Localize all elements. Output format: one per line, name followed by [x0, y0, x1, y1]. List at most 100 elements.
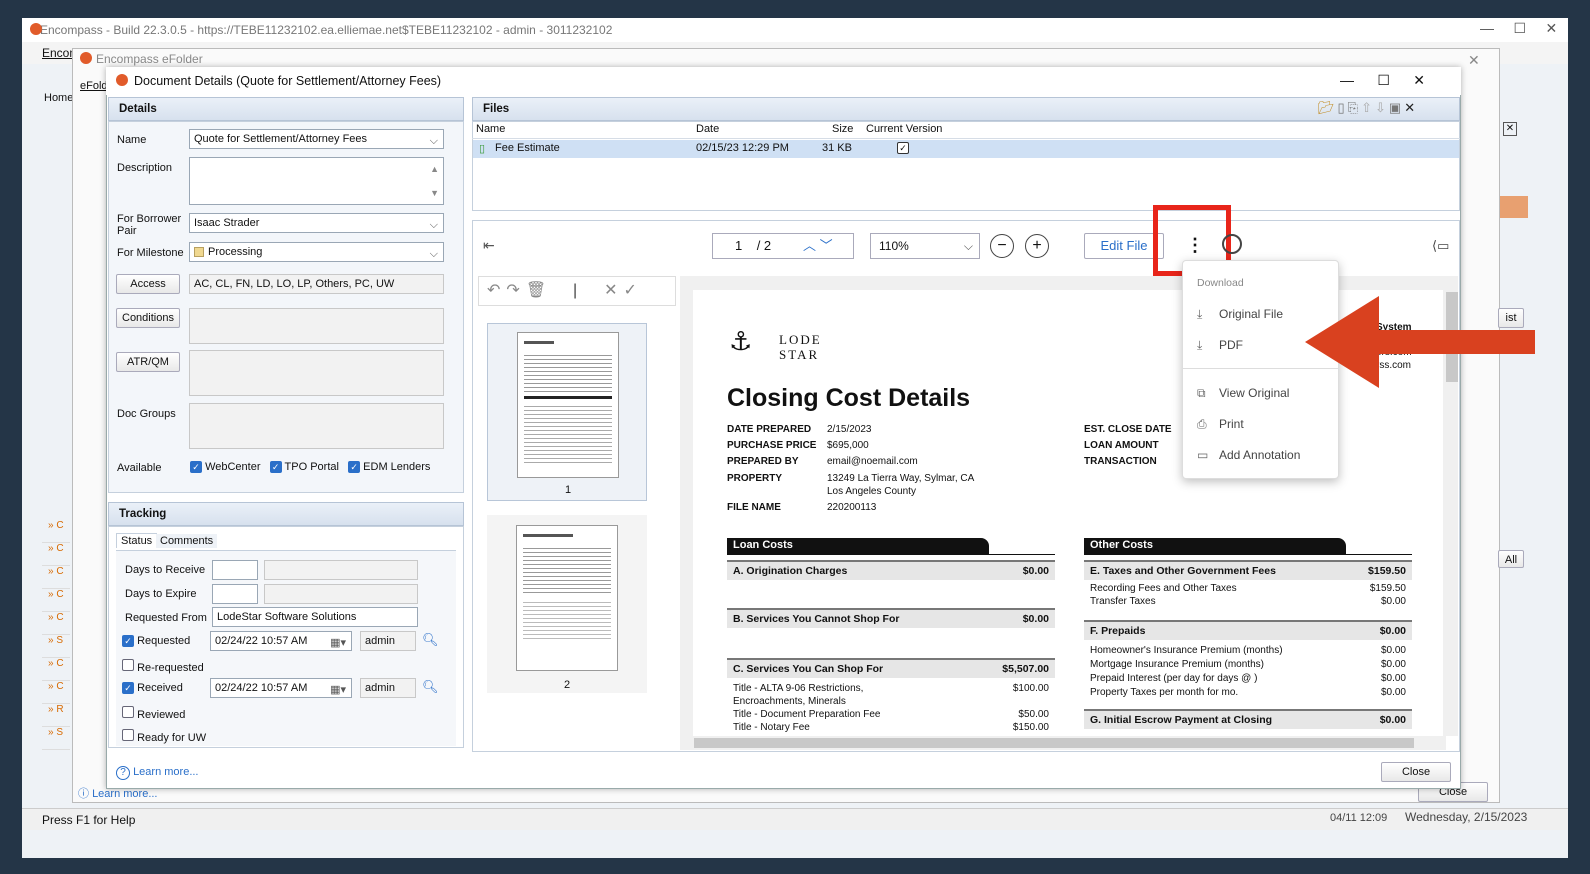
- status-clock: 04/11 12:09: [1330, 812, 1388, 824]
- available-label: Available: [117, 462, 162, 474]
- menu-item-original-file[interactable]: ⤓ Original File: [1197, 307, 1283, 322]
- download-icon: ⤓: [1197, 338, 1203, 352]
- files-toolbar[interactable]: 📂︎▯⎘⇧⇩▣✕: [1318, 100, 1418, 116]
- name-label: Name: [117, 134, 147, 146]
- page-current: 1: [735, 238, 743, 253]
- tpo-portal-checkbox[interactable]: ✓: [269, 461, 282, 473]
- edit-file-button[interactable]: Edit File: [1084, 233, 1164, 259]
- open-folder-icon: 📂︎: [1318, 100, 1338, 115]
- document-right-fields: EST. CLOSE DATE LOAN AMOUNT TRANSACTION: [1084, 424, 1172, 467]
- app-window-controls[interactable]: — ☐ ✕: [1480, 20, 1557, 37]
- milestone-icon: [194, 247, 204, 258]
- dialog-window-controls[interactable]: — ☐ ✕: [1340, 72, 1425, 89]
- search-icon[interactable]: 🔍︎: [422, 679, 439, 695]
- conditions-button[interactable]: Conditions: [116, 308, 180, 328]
- page-navigator[interactable]: 1 / 2 ︿ ﹀: [712, 233, 854, 259]
- download-icon: ⤓: [1197, 307, 1203, 321]
- attach-icon: ⎘: [1347, 100, 1362, 115]
- requested-row: ✓ Requested: [122, 635, 190, 647]
- docgroups-field: [189, 403, 444, 449]
- edm-lenders-checkbox[interactable]: ✓: [348, 461, 361, 473]
- rotate-left-icon[interactable]: ↶: [487, 282, 506, 299]
- conditions-field: [189, 308, 444, 344]
- zoom-out-icon[interactable]: −: [990, 234, 1014, 258]
- requested-checkbox[interactable]: ✓: [122, 635, 134, 647]
- name-dropdown[interactable]: Quote for Settlement/Attorney Fees ⌵: [189, 129, 444, 149]
- other-costs-header: Other Costs: [1084, 538, 1346, 554]
- efolder-side-list: » C » C » C » C » C » S » C » C » R » S: [42, 520, 70, 760]
- chevron-down-icon: ⌵: [429, 135, 438, 147]
- days-receive-input[interactable]: [212, 560, 258, 580]
- file-row[interactable]: ▯ Fee Estimate 02/15/23 12:29 PM 31 KB ✓: [473, 140, 1459, 158]
- trash-icon[interactable]: 🗑︎: [526, 282, 552, 299]
- tab-status[interactable]: Status: [116, 533, 158, 548]
- app-titlebar: Encompass - Build 22.3.0.5 - https://TEB…: [22, 18, 1568, 42]
- menu-section-download: Download: [1197, 277, 1244, 289]
- delete-icon: ✕: [1404, 100, 1419, 115]
- received-row: ✓ Received: [122, 682, 183, 694]
- new-file-icon: ▯: [1337, 100, 1348, 115]
- rerequested-checkbox[interactable]: [122, 659, 134, 671]
- days-receive-date: [264, 560, 418, 580]
- received-checkbox[interactable]: ✓: [122, 682, 134, 694]
- horizontal-scrollbar[interactable]: [680, 736, 1446, 750]
- cancel-icon[interactable]: ✕: [604, 282, 623, 299]
- document-title: Closing Cost Details: [727, 384, 971, 412]
- home-tab[interactable]: Home: [44, 92, 73, 104]
- chevron-down-icon: ⌵: [429, 219, 438, 231]
- file-icon: ▯: [479, 143, 486, 155]
- calendar-icon: ▦▾: [330, 684, 346, 696]
- dialog-title: Document Details (Quote for Settlement/A…: [134, 74, 442, 88]
- calendar-icon: ▦▾: [330, 637, 346, 649]
- efolder-logo-icon: [80, 52, 92, 64]
- page-total: / 2: [756, 238, 772, 253]
- rerequested-row: Re-requested: [122, 659, 204, 674]
- zoom-dropdown[interactable]: 110% ⌵: [870, 233, 980, 259]
- ready-uw-checkbox[interactable]: [122, 729, 134, 741]
- zoom-in-icon[interactable]: +: [1025, 234, 1049, 258]
- menu-item-add-annotation[interactable]: ▭ Add Annotation: [1197, 448, 1300, 462]
- search-icon[interactable]: [1222, 234, 1242, 254]
- requested-by: admin: [360, 631, 416, 651]
- thumbnail-page-2[interactable]: 2: [487, 515, 647, 693]
- menu-item-pdf[interactable]: ⤓ PDF: [1197, 338, 1243, 353]
- menu-item-print[interactable]: ⎙ Print: [1197, 417, 1244, 432]
- up-icon: ⇧: [1361, 100, 1375, 115]
- available-options: ✓ WebCenter ✓ TPO Portal ✓ EDM Lenders: [190, 461, 430, 473]
- panel-close-icon[interactable]: ✕: [1503, 122, 1517, 136]
- atrqm-button[interactable]: ATR/QM: [116, 352, 180, 372]
- received-by: admin: [360, 678, 416, 698]
- image-icon: ▣: [1388, 100, 1405, 115]
- received-date-input[interactable]: 02/24/22 10:57 AM ▦▾: [210, 678, 352, 698]
- dialog-close-button[interactable]: Close: [1381, 762, 1451, 782]
- reviewed-checkbox[interactable]: [122, 706, 134, 718]
- comment-icon[interactable]: ⟨▭: [1432, 238, 1449, 254]
- menu-item-view-original[interactable]: ⧉ View Original: [1197, 386, 1289, 401]
- thumbnail-page-1[interactable]: 1: [487, 323, 647, 501]
- f-items: Homeowner's Insurance Premium (months) $0…: [1090, 645, 1406, 698]
- days-expire-input[interactable]: [212, 584, 258, 604]
- ready-uw-row: Ready for UW: [122, 729, 206, 744]
- search-icon[interactable]: 🔍︎: [422, 632, 439, 648]
- access-button[interactable]: Access: [116, 274, 180, 294]
- webcenter-checkbox[interactable]: ✓: [190, 461, 202, 473]
- help-icon: ?: [116, 766, 130, 780]
- description-input[interactable]: ▲ ▼: [189, 157, 444, 205]
- sidebar-toggle-icon[interactable]: ⇤: [483, 237, 495, 254]
- tab-comments[interactable]: Comments: [156, 534, 218, 548]
- requested-date-input[interactable]: 02/24/22 10:57 AM ▦▾: [210, 631, 352, 651]
- status-date: Wednesday, 2/15/2023: [1405, 810, 1528, 824]
- dialog-learn-more[interactable]: ? Learn more...: [116, 766, 198, 780]
- days-receive-label: Days to Receive: [125, 564, 206, 576]
- current-version-checkbox[interactable]: ✓: [897, 142, 909, 154]
- borrower-dropdown[interactable]: Isaac Strader ⌵: [189, 213, 444, 233]
- app-logo-icon: [30, 23, 42, 35]
- document-left-fields: DATE PREPARED 2/15/2023 PURCHASE PRICE $69…: [727, 424, 975, 513]
- rotate-right-icon[interactable]: ↷: [506, 282, 525, 299]
- milestone-dropdown[interactable]: Processing ⌵: [189, 242, 444, 262]
- dialog-logo-icon: [116, 74, 128, 86]
- requested-from-input[interactable]: LodeStar Software Solutions: [212, 607, 418, 627]
- chevron-down-icon: ⌵: [963, 239, 973, 253]
- confirm-icon[interactable]: ✓: [623, 282, 642, 299]
- efolder-close-icon[interactable]: ✕: [1468, 52, 1480, 69]
